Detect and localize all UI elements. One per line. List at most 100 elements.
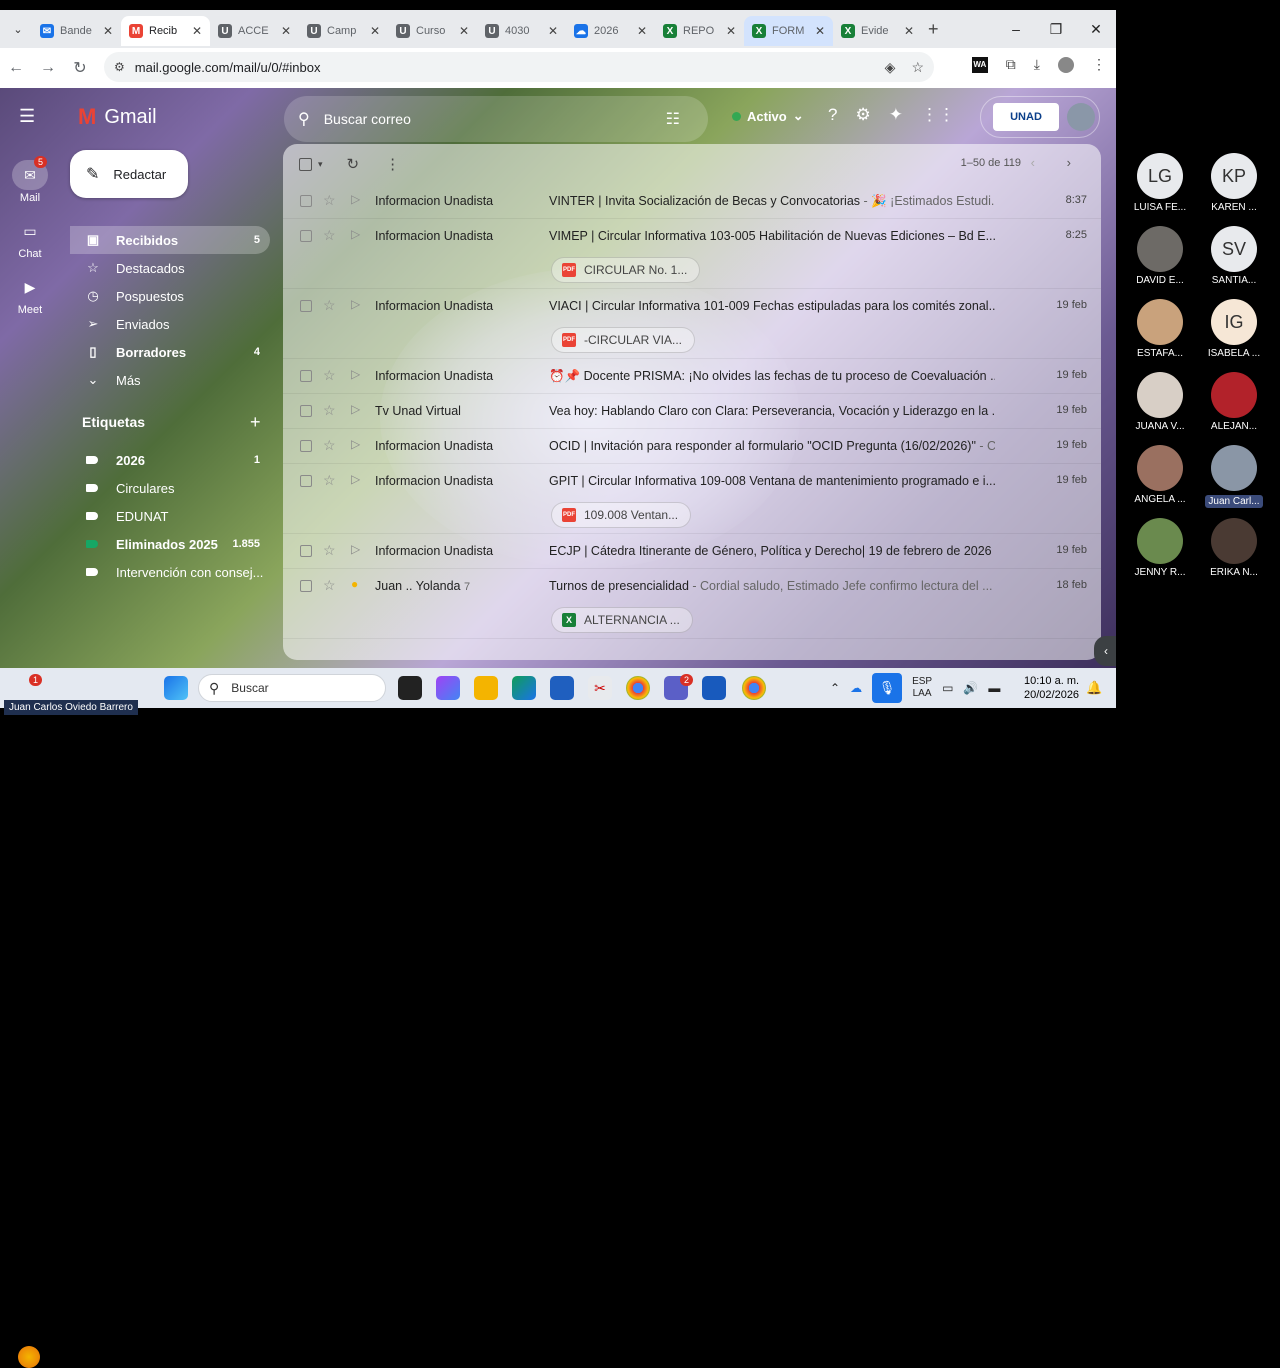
- tab-4[interactable]: U Curso ✕: [388, 16, 477, 46]
- star-icon[interactable]: ☆: [323, 577, 336, 594]
- close-tab-icon[interactable]: ✕: [904, 24, 914, 38]
- tab-2[interactable]: U ACCE ✕: [210, 16, 299, 46]
- close-tab-icon[interactable]: ✕: [192, 24, 202, 38]
- email-row[interactable]: ☆ ● Juan .. Yolanda 7 Turnos de presenciali…: [283, 569, 1101, 639]
- sidebar-item-pospuestos[interactable]: ◷ Pospuestos: [70, 282, 270, 310]
- tab-search-dropdown[interactable]: ⌄: [4, 15, 32, 43]
- email-checkbox[interactable]: [300, 440, 312, 452]
- word-icon[interactable]: [702, 676, 726, 700]
- label-item[interactable]: Intervención con consej...: [70, 558, 270, 586]
- language-indicator[interactable]: ESP LAA: [912, 676, 932, 700]
- email-row[interactable]: ☆ ▷ Informacion Unadista OCID | Invitación …: [283, 429, 1101, 464]
- sidebar-item-recibidos[interactable]: ▣ Recibidos 5: [70, 226, 270, 254]
- sidebar-item-enviados[interactable]: ➢ Enviados: [70, 310, 270, 338]
- tab-6[interactable]: ☁ 2026 ✕: [566, 16, 655, 46]
- next-page-icon[interactable]: ›: [1067, 155, 1071, 170]
- attachment-chip[interactable]: PDF 109.008 Ventan...: [551, 502, 692, 528]
- tab-8[interactable]: X FORM ✕: [744, 16, 833, 46]
- close-window-button[interactable]: ✕: [1076, 10, 1116, 48]
- email-row[interactable]: ☆ ▷ Informacion Unadista VINTER | Invita So…: [283, 184, 1101, 219]
- star-icon[interactable]: ☆: [323, 437, 336, 454]
- important-marker-icon[interactable]: ▷: [351, 367, 360, 381]
- sidebar-item-borradores[interactable]: ▯ Borradores 4: [70, 338, 270, 366]
- volume-icon[interactable]: 🔊: [963, 681, 978, 695]
- email-checkbox[interactable]: [300, 230, 312, 242]
- important-marker-icon[interactable]: ▷: [351, 437, 360, 451]
- close-tab-icon[interactable]: ✕: [370, 24, 380, 38]
- clock[interactable]: 10:10 a. m. 20/02/2026: [1024, 674, 1079, 702]
- participant-tile[interactable]: Juan Carl...: [1199, 445, 1269, 509]
- snipping-tool-icon[interactable]: ✂: [588, 676, 612, 700]
- close-tab-icon[interactable]: ✕: [459, 24, 469, 38]
- close-tab-icon[interactable]: ✕: [637, 24, 647, 38]
- rail-meet[interactable]: ▶ Meet: [0, 272, 60, 317]
- search-filter-icon[interactable]: ☷: [666, 109, 680, 129]
- email-row[interactable]: ☆ ▷ Informacion Unadista ⏰📌 Docente PRISMA:…: [283, 359, 1101, 394]
- forward-button[interactable]: →: [32, 59, 64, 77]
- more-options-icon[interactable]: ⋮: [385, 155, 400, 173]
- star-icon[interactable]: ☆: [323, 192, 336, 209]
- notification-bell-icon[interactable]: 🔔: [1086, 680, 1102, 696]
- tab-9[interactable]: X Evide ✕: [833, 16, 922, 46]
- tab-7[interactable]: X REPO ✕: [655, 16, 744, 46]
- important-marker-icon[interactable]: ▷: [351, 402, 360, 416]
- close-tab-icon[interactable]: ✕: [815, 24, 825, 38]
- email-row[interactable]: ☆ ▷ Informacion Unadista ECJP | Cátedra Iti…: [283, 534, 1101, 569]
- participant-tile[interactable]: LG LUISA FE...: [1125, 153, 1195, 213]
- important-marker-icon[interactable]: ▷: [351, 192, 360, 206]
- star-icon[interactable]: ☆: [323, 227, 336, 244]
- email-checkbox[interactable]: [300, 300, 312, 312]
- email-checkbox[interactable]: [300, 580, 312, 592]
- label-item[interactable]: EDUNAT: [70, 502, 270, 530]
- main-menu-icon[interactable]: ☰: [19, 106, 35, 127]
- side-panel-toggle[interactable]: ‹: [1094, 636, 1116, 666]
- tab-1[interactable]: M Recib ✕: [121, 16, 210, 46]
- close-tab-icon[interactable]: ✕: [103, 24, 113, 38]
- email-row[interactable]: ☆ ▷ Informacion Unadista VIACI | Circular I…: [283, 289, 1101, 359]
- participant-tile[interactable]: ERIKA N...: [1199, 518, 1269, 578]
- gmail-logo[interactable]: M Gmail: [78, 104, 157, 130]
- participant-tile[interactable]: SV SANTIA...: [1199, 226, 1269, 286]
- participant-tile[interactable]: ESTAFA...: [1125, 299, 1195, 359]
- participant-tile[interactable]: ANGELA ...: [1125, 445, 1195, 505]
- tab-0[interactable]: ✉ Bande ✕: [32, 16, 121, 46]
- attachment-chip[interactable]: PDF CIRCULAR No. 1...: [551, 257, 701, 283]
- refresh-icon[interactable]: ↻: [347, 155, 360, 173]
- participant-tile[interactable]: DAVID E...: [1125, 226, 1195, 286]
- email-row[interactable]: ☆ ▷ Informacion Unadista GPIT | Circular In…: [283, 464, 1101, 534]
- url-bar[interactable]: ⚙ mail.google.com/mail/u/0/#inbox ◈ ☆: [104, 52, 934, 82]
- tab-3[interactable]: U Camp ✕: [299, 16, 388, 46]
- battery-icon[interactable]: ▬: [988, 681, 1000, 695]
- restore-button[interactable]: ❐: [1036, 10, 1076, 48]
- sidebar-item-más[interactable]: ⌄ Más: [70, 366, 270, 394]
- site-info-icon[interactable]: ⚙: [114, 60, 125, 74]
- reload-button[interactable]: ↻: [64, 58, 96, 78]
- search-icon[interactable]: ⚲: [298, 109, 310, 129]
- search-bar[interactable]: ⚲ Buscar correo ☷: [284, 96, 708, 142]
- important-marker-icon[interactable]: ▷: [351, 542, 360, 556]
- important-marker-icon[interactable]: ▷: [351, 472, 360, 486]
- new-tab-button[interactable]: +: [928, 19, 939, 40]
- account-switcher[interactable]: UNAD: [980, 96, 1100, 138]
- sidebar-item-destacados[interactable]: ☆ Destacados: [70, 254, 270, 282]
- label-item[interactable]: Eliminados 2025 1.855: [70, 530, 270, 558]
- task-view-icon[interactable]: [398, 676, 422, 700]
- chrome-icon[interactable]: [626, 676, 650, 700]
- important-marker-icon[interactable]: ●: [351, 577, 358, 591]
- rail-mail[interactable]: ✉ 5 Mail: [0, 156, 60, 204]
- add-label-button[interactable]: +: [250, 412, 261, 433]
- minimize-button[interactable]: –: [996, 10, 1036, 48]
- participant-tile[interactable]: ALEJAN...: [1199, 372, 1269, 432]
- back-button[interactable]: ←: [0, 59, 32, 77]
- help-icon[interactable]: ?: [828, 105, 837, 125]
- star-icon[interactable]: ☆: [323, 402, 336, 419]
- important-marker-icon[interactable]: ▷: [351, 227, 360, 241]
- email-checkbox[interactable]: [300, 475, 312, 487]
- widgets-icon[interactable]: [18, 1346, 40, 1368]
- star-icon[interactable]: ☆: [323, 367, 336, 384]
- star-icon[interactable]: ☆: [323, 297, 336, 314]
- bookmark-star-icon[interactable]: ☆: [911, 59, 924, 76]
- apps-grid-icon[interactable]: ⋮⋮: [921, 105, 955, 125]
- file-explorer-icon[interactable]: [474, 676, 498, 700]
- participant-tile[interactable]: JENNY R...: [1125, 518, 1195, 578]
